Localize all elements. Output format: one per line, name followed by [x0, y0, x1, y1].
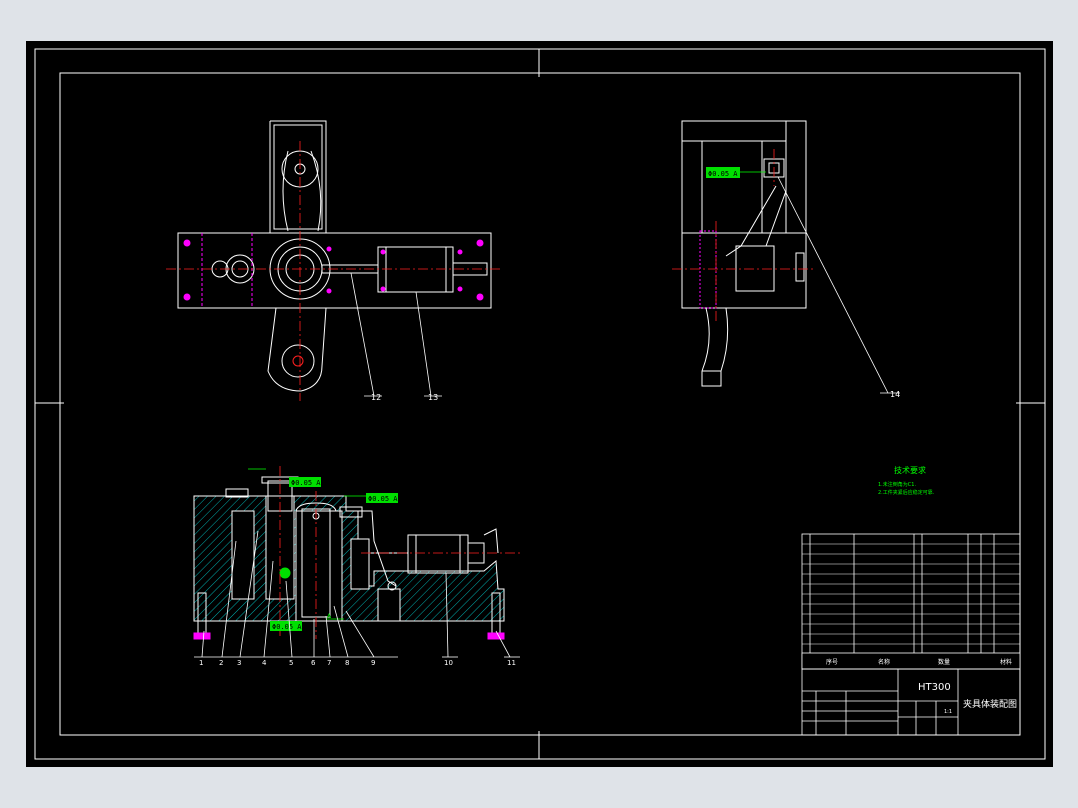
callout-2: 2: [219, 659, 223, 667]
drawing-canvas: 12 13 Φ0.05 A 14 Φ0.05 A Φ0.05 A Φ0.05 A…: [34, 48, 1046, 760]
section-callouts: 1 2 3 4 5 6 7 8 9 10 11: [199, 659, 516, 667]
top-view-leaders: [350, 272, 442, 397]
callout-11: 11: [507, 659, 516, 667]
side-view-tolerance-tag: Φ0.05 A: [706, 167, 766, 178]
callout-3: 3: [237, 659, 241, 667]
bom-header-material: 材料: [1000, 658, 1012, 666]
callout-4: 4: [262, 659, 267, 667]
callout-14: 14: [890, 390, 900, 399]
bom-header-no: 序号: [826, 658, 838, 666]
top-view-centerlines: [166, 141, 501, 401]
callout-13: 13: [428, 393, 438, 402]
outer-frame: [34, 48, 1046, 760]
callout-1: 1: [199, 659, 203, 667]
tech-requirements: 技术要求 1.未注倒角为C1. 2.工件夹紧后应稳定可靠.: [878, 465, 935, 496]
top-view: [177, 120, 492, 392]
section-tolerance-tag-3: Φ0.05 A: [270, 621, 302, 631]
leader-14: [777, 176, 889, 394]
callout-10: 10: [444, 659, 453, 667]
center-marks: [35, 49, 1045, 759]
bom-rows: [802, 543, 1020, 645]
side-view-centerlines: [672, 149, 816, 321]
callout-9: 9: [371, 659, 375, 667]
section-tolerance-tag-2: Φ0.05 A: [366, 493, 398, 503]
svg-text:Φ0.05 A: Φ0.05 A: [272, 623, 302, 631]
bom-header-name: 名称: [878, 658, 890, 666]
tech-req-title: 技术要求: [894, 465, 926, 475]
section-tolerance-tag-1: Φ0.05 A: [289, 477, 321, 487]
bom-header-qty: 数量: [938, 658, 950, 666]
drawing-name: 夹具体装配图: [963, 698, 1017, 710]
side-view: [681, 120, 807, 387]
svg-text:Φ0.05 A: Φ0.05 A: [708, 170, 738, 178]
callout-5: 5: [289, 659, 293, 667]
cad-drawing-sheet: 12 13 Φ0.05 A 14 Φ0.05 A Φ0.05 A Φ0.05 A…: [26, 41, 1053, 767]
material-label: HT300: [918, 682, 951, 693]
svg-text:Φ0.05 A: Φ0.05 A: [291, 479, 321, 487]
tech-req-line-1: 1.未注倒角为C1.: [878, 481, 916, 488]
section-view: [193, 476, 505, 640]
callout-6: 6: [311, 659, 316, 667]
tech-req-line-2: 2.工件夹紧后应稳定可靠.: [878, 489, 935, 496]
callout-7: 7: [327, 659, 331, 667]
callout-8: 8: [345, 659, 349, 667]
svg-text:Φ0.05 A: Φ0.05 A: [368, 495, 398, 503]
scale-label: 1:1: [944, 709, 952, 715]
callout-12: 12: [371, 393, 381, 402]
